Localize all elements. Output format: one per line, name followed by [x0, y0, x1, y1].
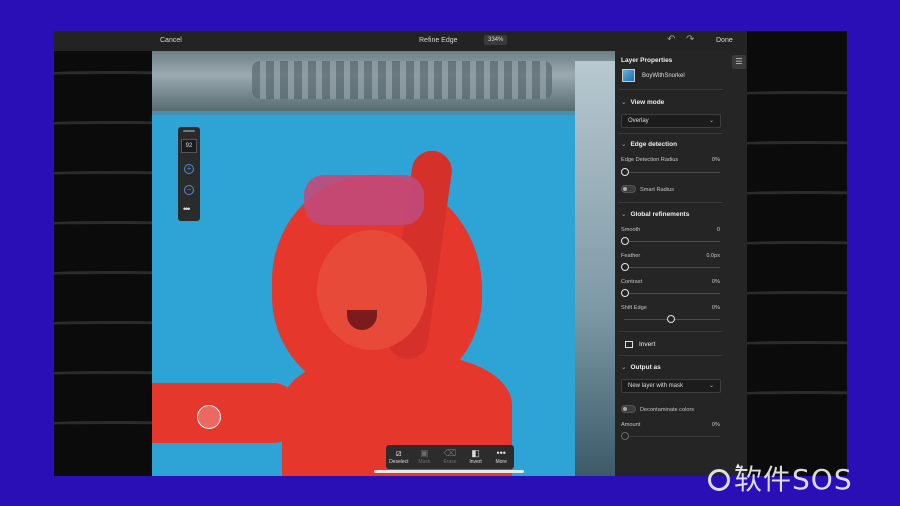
chevron-down-icon: ⌄	[621, 364, 627, 371]
erase-button: ⌫ Erase	[438, 445, 462, 469]
smooth-knob[interactable]	[621, 237, 629, 245]
undo-icon[interactable]: ↶	[667, 34, 675, 45]
smart-radius-label: Smart Radius	[640, 187, 674, 193]
view-mode-select[interactable]: Overlay ⌄	[621, 114, 721, 128]
app-window: Cancel Refine Edge 334% ↶ ↷ Done 92 + − …	[54, 31, 747, 476]
contrast-value: 0%	[711, 279, 720, 285]
view-mode-header[interactable]: ⌄ View mode	[621, 98, 664, 106]
mask-icon: ▣	[420, 448, 429, 458]
edge-radius-slider[interactable]	[624, 172, 720, 173]
bottom-toolbar: ⧄ Deselect ▣ Mask ⌫ Erase ◧ Invert ••• M…	[386, 445, 514, 469]
drag-handle[interactable]	[183, 130, 195, 132]
eraser-icon: ⌫	[443, 448, 457, 458]
edge-radius-value: 0%	[711, 157, 720, 163]
layer-thumbnail	[622, 69, 635, 82]
invert-icon: ◧	[471, 448, 480, 458]
decontaminate-label: Decontaminate colors	[640, 407, 695, 413]
edge-radius-label: Edge Detection Radius	[621, 157, 679, 163]
contrast-label: Contrast	[621, 279, 643, 285]
mask-button: ▣ Mask	[412, 445, 436, 469]
decontaminate-toggle[interactable]	[621, 405, 636, 413]
output-select[interactable]: New layer with mask ⌄	[621, 379, 721, 393]
left-backdrop	[54, 31, 152, 476]
cancel-button[interactable]: Cancel	[160, 37, 182, 44]
edge-detection-header[interactable]: ⌄ Edge detection	[621, 140, 677, 148]
invert-icon	[625, 341, 633, 348]
ornate-frame	[152, 51, 615, 111]
zoom-level[interactable]: 334%	[484, 35, 508, 45]
layer-name: BoyWithSnorkel	[642, 73, 685, 79]
chevron-down-icon: ⌄	[621, 99, 627, 106]
edge-radius-knob[interactable]	[621, 168, 629, 176]
page-title: Refine Edge	[419, 37, 458, 44]
smooth-label: Smooth	[621, 227, 641, 233]
shift-edge-label: Shift Edge	[621, 305, 647, 311]
watermark: 软件SOS	[708, 458, 853, 498]
output-as-header[interactable]: ⌄ Output as	[621, 363, 661, 371]
home-indicator	[374, 470, 524, 473]
more-icon[interactable]: •••	[183, 204, 191, 214]
invert-button[interactable]: ◧ Invert	[464, 445, 488, 469]
contrast-knob[interactable]	[621, 289, 629, 297]
right-backdrop	[747, 31, 847, 476]
shift-edge-value: 0%	[711, 305, 720, 311]
layer-properties-panel: Layer Properties BoyWithSnorkel ⌄ View mo…	[615, 51, 747, 476]
more-button[interactable]: ••• More	[489, 445, 513, 469]
done-button[interactable]: Done	[716, 37, 733, 44]
watermark-logo-icon	[708, 469, 730, 491]
amount-slider	[624, 436, 720, 437]
invert-button[interactable]: Invert	[639, 341, 655, 348]
chevron-down-icon: ⌄	[708, 118, 714, 124]
feather-label: Feather	[621, 253, 641, 259]
chevron-down-icon: ⌄	[621, 211, 627, 218]
redo-icon[interactable]: ↷	[686, 34, 694, 45]
brush-size-value[interactable]: 92	[181, 139, 197, 153]
ellipsis-icon: •••	[496, 448, 506, 458]
minus-icon[interactable]: −	[184, 185, 194, 195]
amount-value: 0%	[711, 422, 720, 428]
chevron-down-icon: ⌄	[621, 141, 627, 148]
amount-knob	[621, 432, 629, 440]
amount-label: Amount	[621, 422, 641, 428]
deselect-icon: ⧄	[395, 448, 402, 458]
top-bar: Cancel Refine Edge 334% ↶ ↷ Done	[54, 31, 747, 51]
image-canvas[interactable]: 92 + − ••• ⧄ Deselect ▣ Mask ⌫ Erase ◧ I…	[152, 51, 615, 476]
smooth-slider[interactable]	[624, 241, 720, 242]
adjustments-icon[interactable]: ☰	[732, 55, 746, 69]
brush-size-tool[interactable]: 92 + − •••	[178, 127, 200, 221]
chevron-down-icon: ⌄	[708, 383, 714, 389]
panel-title: Layer Properties	[621, 57, 673, 64]
feather-knob[interactable]	[621, 263, 629, 271]
plus-icon[interactable]: +	[184, 164, 194, 174]
shift-edge-knob[interactable]	[667, 315, 675, 323]
background-scene	[575, 61, 615, 476]
deselect-button[interactable]: ⧄ Deselect	[387, 445, 411, 469]
global-refinements-header[interactable]: ⌄ Global refinements	[621, 210, 689, 218]
feather-slider[interactable]	[624, 267, 720, 268]
smart-radius-toggle[interactable]	[621, 185, 636, 193]
brush-cursor	[197, 405, 221, 429]
contrast-slider[interactable]	[624, 293, 720, 294]
smooth-value: 0	[716, 227, 720, 233]
feather-value: 0.0px	[706, 253, 720, 259]
